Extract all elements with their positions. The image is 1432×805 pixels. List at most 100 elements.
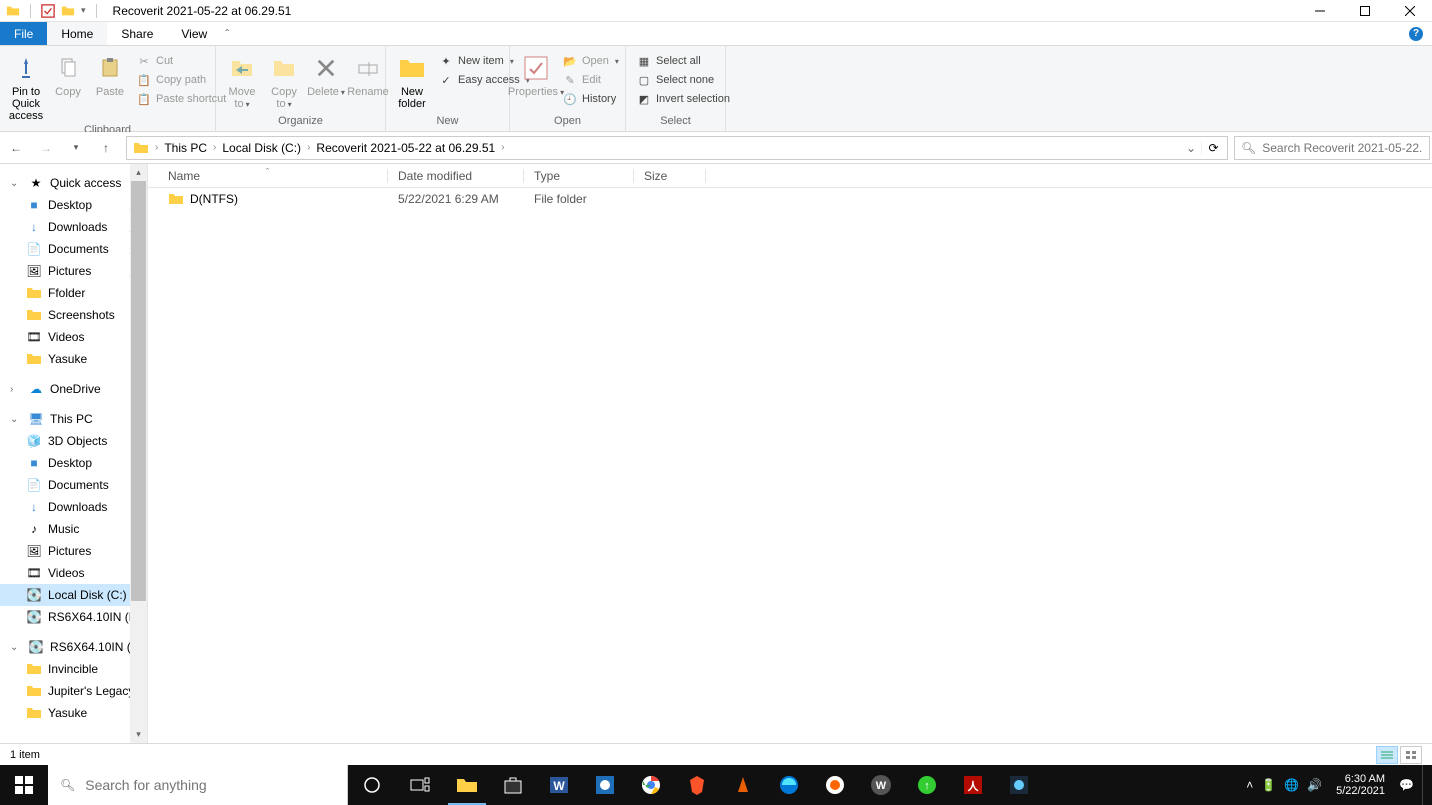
new-folder-button[interactable]: New folder <box>392 50 432 112</box>
tb-edge[interactable] <box>766 765 812 805</box>
qat-folder-icon[interactable] <box>61 4 75 18</box>
help-button[interactable]: ? <box>1406 22 1426 45</box>
list-item[interactable]: D(NTFS) 5/22/2021 6:29 AM File folder <box>148 188 1432 210</box>
tab-home[interactable]: Home <box>47 22 107 45</box>
invert-selection-button[interactable]: ◩Invert selection <box>632 90 734 108</box>
paste-button[interactable]: Paste <box>90 50 130 100</box>
sidebar-pc-videos[interactable]: 🎞Videos <box>0 562 147 584</box>
pin-quick-access-button[interactable]: Pin to Quick access <box>6 50 46 124</box>
details-view-button[interactable] <box>1376 746 1398 764</box>
tb-acrobat[interactable]: 人 <box>950 765 996 805</box>
tray-network-icon[interactable]: 🌐 <box>1284 778 1299 792</box>
sidebar-scrollbar[interactable]: ▴ ▾ <box>130 164 147 743</box>
taskbar-search[interactable]: 🔍︎ <box>48 765 348 805</box>
select-all-button[interactable]: ▦Select all <box>632 52 734 70</box>
close-button[interactable] <box>1387 0 1432 22</box>
select-none-button[interactable]: ▢Select none <box>632 71 734 89</box>
tb-word[interactable]: W <box>536 765 582 805</box>
start-button[interactable] <box>0 765 48 805</box>
crumb-drive[interactable]: Local Disk (C:) <box>218 141 305 155</box>
sidebar-videos[interactable]: 🎞Videos <box>0 326 147 348</box>
chevron-right-icon[interactable]: › <box>153 142 160 153</box>
sidebar-desktop[interactable]: ■Desktop📌 <box>0 194 147 216</box>
sidebar-quick-access[interactable]: ⌄★Quick access <box>0 172 147 194</box>
column-date[interactable]: Date modified <box>388 169 524 183</box>
tb-chrome[interactable] <box>628 765 674 805</box>
tray-chevron-icon[interactable]: ˄ <box>1246 778 1253 792</box>
sidebar-invincible[interactable]: Invincible <box>0 658 147 680</box>
forward-button[interactable]: → <box>32 134 60 162</box>
qat-checkbox-icon[interactable] <box>41 4 55 18</box>
address-bar[interactable]: › This PC › Local Disk (C:) › Recoverit … <box>126 136 1228 160</box>
scroll-up-icon[interactable]: ▴ <box>130 164 147 181</box>
move-to-button[interactable]: Move to▾ <box>222 50 262 113</box>
copy-button[interactable]: Copy <box>48 50 88 100</box>
icons-view-button[interactable] <box>1400 746 1422 764</box>
sidebar-jupiter[interactable]: Jupiter's Legacy <box>0 680 147 702</box>
ribbon-collapse-icon[interactable]: ˆ <box>221 22 233 45</box>
scroll-down-icon[interactable]: ▾ <box>130 726 147 743</box>
chevron-right-icon[interactable]: › <box>211 142 218 153</box>
taskbar-search-input[interactable] <box>85 777 335 793</box>
qat-dropdown-icon[interactable]: ▾ <box>81 5 86 16</box>
sidebar-pc-downloads[interactable]: ↓Downloads <box>0 496 147 518</box>
recent-locations-button[interactable]: ▾ <box>62 134 90 162</box>
sidebar-rs6-drive[interactable]: 💽RS6X64.10IN (D:) <box>0 606 147 628</box>
sidebar-local-disk-c[interactable]: 💽Local Disk (C:) <box>0 584 147 606</box>
chevron-right-icon[interactable]: › <box>305 142 312 153</box>
tab-file[interactable]: File <box>0 22 47 45</box>
back-button[interactable]: ← <box>2 134 30 162</box>
edit-button[interactable]: ✎Edit <box>558 71 623 89</box>
chevron-right-icon[interactable]: › <box>499 142 506 153</box>
tray-clock[interactable]: 6:30 AM 5/22/2021 <box>1330 773 1391 797</box>
show-desktop-button[interactable] <box>1422 765 1428 805</box>
maximize-button[interactable] <box>1342 0 1387 22</box>
tb-app-blue[interactable] <box>582 765 628 805</box>
cortana-button[interactable] <box>348 765 396 805</box>
tray-notifications-icon[interactable]: 💬 <box>1399 778 1414 792</box>
tb-brave[interactable] <box>674 765 720 805</box>
sidebar-documents[interactable]: 📄Documents📌 <box>0 238 147 260</box>
column-name[interactable]: Nameˆ <box>148 169 388 183</box>
crumb-this-pc[interactable]: This PC <box>160 141 211 155</box>
column-size[interactable]: Size <box>634 169 706 183</box>
sidebar-3d-objects[interactable]: 🧊3D Objects <box>0 430 147 452</box>
navigation-pane[interactable]: ⌄★Quick access ■Desktop📌 ↓Downloads📌 📄Do… <box>0 164 148 743</box>
search-input[interactable] <box>1262 141 1423 155</box>
tray-volume-icon[interactable]: 🔊 <box>1307 778 1322 792</box>
sidebar-pictures[interactable]: 🖼Pictures📌 <box>0 260 147 282</box>
tb-app-w[interactable]: W <box>858 765 904 805</box>
sidebar-yasuke[interactable]: Yasuke <box>0 348 147 370</box>
tb-app-dark[interactable] <box>996 765 1042 805</box>
tray-battery-icon[interactable]: 🔋 <box>1261 778 1276 792</box>
tb-explorer[interactable] <box>444 765 490 805</box>
scroll-thumb[interactable] <box>131 181 146 601</box>
tab-share[interactable]: Share <box>107 22 167 45</box>
sidebar-rs6-root[interactable]: ⌄💽RS6X64.10IN (D:) <box>0 636 147 658</box>
column-type[interactable]: Type <box>524 169 634 183</box>
tb-store[interactable] <box>490 765 536 805</box>
properties-button[interactable]: Properties▾ <box>516 50 556 101</box>
address-dropdown[interactable]: ⌄ <box>1181 141 1201 155</box>
rename-button[interactable]: Rename <box>348 50 388 100</box>
refresh-button[interactable]: ⟳ <box>1201 141 1225 155</box>
sidebar-music[interactable]: ♪Music <box>0 518 147 540</box>
sidebar-onedrive[interactable]: ›☁OneDrive <box>0 378 147 400</box>
sidebar-ffolder[interactable]: Ffolder <box>0 282 147 304</box>
tab-view[interactable]: View <box>167 22 221 45</box>
sidebar-pc-documents[interactable]: 📄Documents <box>0 474 147 496</box>
crumb-folder[interactable]: Recoverit 2021-05-22 at 06.29.51 <box>312 141 499 155</box>
tb-vlc[interactable] <box>720 765 766 805</box>
minimize-button[interactable] <box>1297 0 1342 22</box>
delete-button[interactable]: Delete▾ <box>306 50 346 101</box>
task-view-button[interactable] <box>396 765 444 805</box>
tb-app-green[interactable]: ↑ <box>904 765 950 805</box>
open-button[interactable]: 📂Open▾ <box>558 52 623 70</box>
sidebar-yasuke-2[interactable]: Yasuke <box>0 702 147 724</box>
file-list[interactable]: D(NTFS) 5/22/2021 6:29 AM File folder <box>148 188 1432 743</box>
tb-app-orange[interactable] <box>812 765 858 805</box>
sidebar-screenshots[interactable]: Screenshots <box>0 304 147 326</box>
search-box[interactable]: 🔍︎ <box>1234 136 1430 160</box>
sidebar-pc-desktop[interactable]: ■Desktop <box>0 452 147 474</box>
history-button[interactable]: 🕘History <box>558 90 623 108</box>
